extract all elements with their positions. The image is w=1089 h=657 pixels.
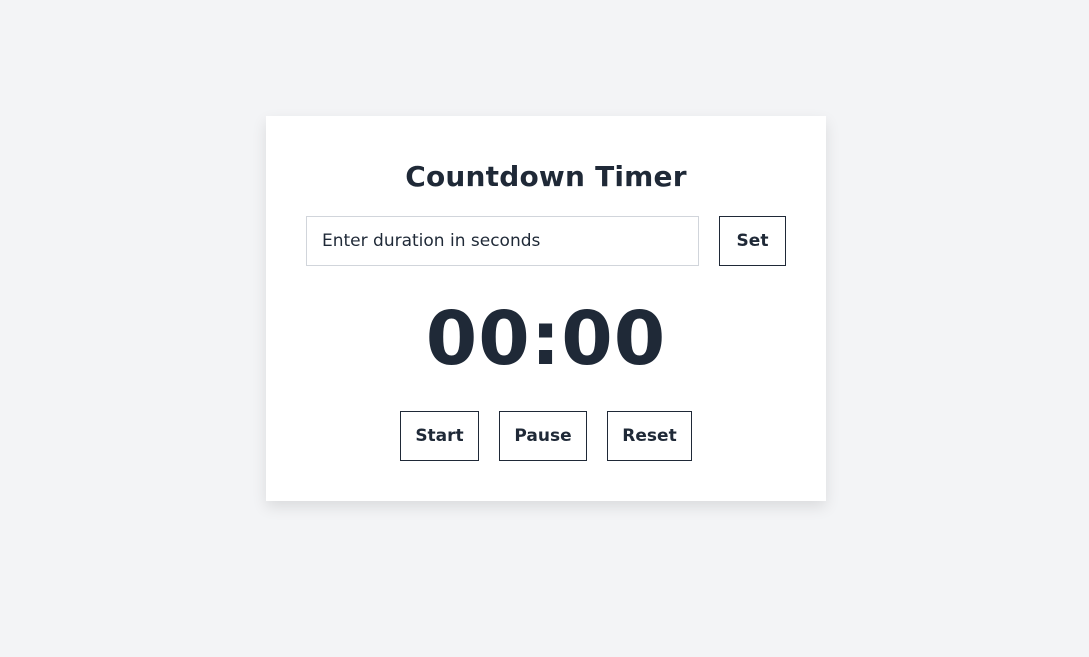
- reset-button[interactable]: Reset: [607, 411, 692, 461]
- duration-input[interactable]: [306, 216, 699, 266]
- set-button[interactable]: Set: [719, 216, 786, 266]
- timer-title: Countdown Timer: [405, 160, 687, 193]
- countdown-timer-card: Countdown Timer Set 00:00 Start Pause Re…: [266, 116, 826, 501]
- time-display: 00:00: [425, 296, 667, 382]
- start-button[interactable]: Start: [400, 411, 479, 461]
- pause-button[interactable]: Pause: [499, 411, 587, 461]
